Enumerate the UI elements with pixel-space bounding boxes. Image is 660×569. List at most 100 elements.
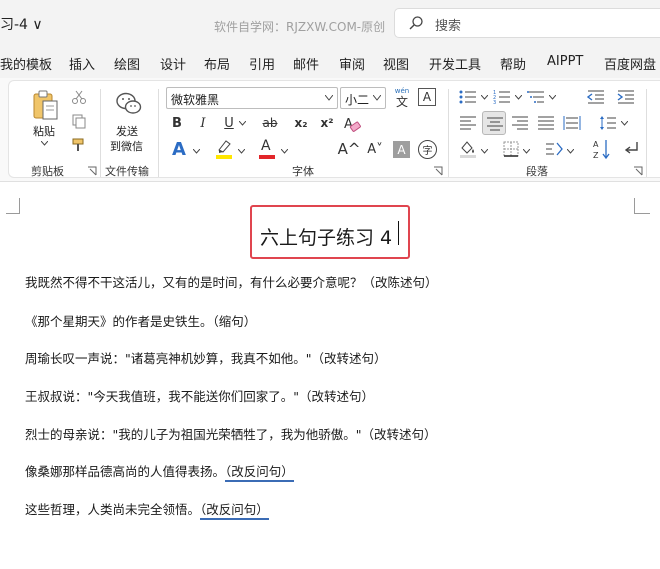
clear-formatting-icon[interactable]: A	[343, 115, 361, 133]
menu-bar: 我的模板 插入 绘图 设计 布局 引用 邮件 审阅 视图 开发工具 帮助 AIP…	[0, 48, 660, 78]
copy-icon[interactable]	[71, 113, 87, 129]
align-center-button[interactable]	[482, 111, 506, 135]
tab-layout[interactable]: 布局	[204, 54, 230, 73]
align-left-icon[interactable]	[459, 115, 477, 131]
font-size-value: 小二	[345, 93, 370, 107]
tab-draw[interactable]: 绘图	[114, 54, 140, 73]
paragraph-group-label: 段落	[526, 165, 548, 178]
group-separator	[448, 89, 449, 177]
tab-mailings[interactable]: 邮件	[293, 54, 319, 73]
highlighter-icon	[218, 140, 231, 153]
line-spacing-icon[interactable]	[599, 115, 617, 131]
phonetic-pinyin-text: wén	[394, 87, 410, 95]
align-center-icon	[487, 117, 503, 131]
character-border-icon: A	[422, 90, 432, 104]
subscript-button[interactable]: x₂	[291, 114, 311, 132]
multilevel-list-icon[interactable]	[527, 89, 545, 105]
font-size-select[interactable]: 小二	[340, 87, 386, 109]
bullets-dropdown-icon[interactable]	[481, 95, 488, 100]
underline-button[interactable]: U	[221, 114, 237, 132]
highlight-dropdown-icon[interactable]	[238, 149, 245, 154]
paragraph-line[interactable]: 《那个星期天》的作者是史铁生。（缩句）	[25, 311, 256, 330]
tab-aippt[interactable]: AIPPT	[547, 54, 583, 69]
multilevel-dropdown-icon[interactable]	[549, 95, 556, 100]
font-color-bar	[259, 155, 275, 159]
font-launcher-icon[interactable]	[433, 166, 443, 176]
document-title[interactable]: 习-4 ∨	[0, 14, 43, 34]
borders-dropdown-icon[interactable]	[523, 149, 530, 154]
shading-dropdown-icon[interactable]	[481, 149, 488, 154]
tab-my-templates[interactable]: 我的模板	[0, 54, 52, 73]
justify-icon[interactable]	[537, 115, 555, 131]
ribbon-panel: 粘贴 剪贴板 发送 到微信 文件传输 微软雅黑 小二 wén 文 A B I U…	[8, 80, 660, 178]
underline-dropdown-icon[interactable]	[239, 121, 246, 126]
line-spacing-dropdown-icon[interactable]	[621, 121, 628, 126]
italic-button[interactable]: I	[195, 114, 211, 132]
text-effects-dropdown-icon[interactable]	[193, 149, 200, 154]
chinese-layout-icon[interactable]	[545, 140, 563, 158]
numbering-dropdown-icon[interactable]	[515, 95, 522, 100]
group-separator	[100, 89, 101, 177]
increase-indent-icon[interactable]	[617, 89, 635, 105]
grammar-marked-text[interactable]: （改反问句）	[200, 502, 269, 520]
character-shading-button[interactable]: A	[393, 141, 410, 158]
svg-text:A: A	[593, 140, 599, 149]
character-border-button[interactable]: A	[418, 88, 436, 106]
clipboard-launcher-icon[interactable]	[87, 166, 97, 176]
sort-icon[interactable]: A Z	[593, 138, 611, 160]
tab-developer[interactable]: 开发工具	[429, 54, 481, 73]
bold-button[interactable]: B	[169, 114, 185, 132]
tab-view[interactable]: 视图	[383, 54, 409, 73]
numbering-icon[interactable]: 1 2 3	[493, 89, 511, 105]
font-color-icon: A	[261, 138, 271, 154]
send-to-wechat-button[interactable]: 发送	[116, 123, 138, 139]
paste-icon[interactable]	[31, 89, 61, 121]
paragraph-text: 这些哲理，人类尚未完全领悟。	[25, 502, 201, 517]
superscript-button[interactable]: x²	[317, 114, 337, 132]
tab-references[interactable]: 引用	[249, 54, 275, 73]
heading-highlight-box: 六上句子练习 4	[250, 205, 410, 259]
search-input[interactable]: 搜索	[394, 8, 660, 38]
search-placeholder: 搜索	[435, 19, 462, 34]
align-right-icon[interactable]	[511, 115, 529, 131]
paragraph-launcher-icon[interactable]	[633, 166, 643, 176]
shading-icon[interactable]	[459, 139, 477, 159]
cut-icon[interactable]	[71, 89, 87, 105]
tab-design[interactable]: 设计	[160, 54, 186, 73]
wechat-icon[interactable]	[115, 91, 143, 117]
paragraph-line[interactable]: 这些哲理，人类尚未完全领悟。（改反问句）	[25, 499, 269, 520]
grow-font-button[interactable]: A^	[338, 139, 361, 159]
font-name-select[interactable]: 微软雅黑	[166, 87, 338, 109]
text-effects-button[interactable]: A	[171, 139, 187, 160]
paragraph-line[interactable]: 烈士的母亲说："我的儿子为祖国光荣牺牲了，我为他骄傲。"（改转述句）	[25, 424, 437, 443]
font-color-dropdown-icon[interactable]	[281, 149, 288, 154]
shrink-font-button[interactable]: A˅	[365, 139, 385, 159]
highlight-button[interactable]	[214, 139, 234, 161]
group-separator	[158, 89, 159, 177]
paste-dropdown-icon[interactable]	[41, 141, 48, 146]
tab-baidu-netdisk[interactable]: 百度网盘	[604, 54, 656, 73]
decrease-indent-icon[interactable]	[587, 89, 605, 105]
paragraph-line[interactable]: 王叔叔说："今天我值班，我不能送你们回家了。"（改转述句）	[25, 386, 374, 405]
format-painter-icon[interactable]	[71, 137, 87, 153]
paragraph-line[interactable]: 像桑娜那样品德高尚的人值得表扬。（改反问句）	[25, 461, 294, 482]
paragraph-line[interactable]: 周瑜长叹一声说："诸葛亮神机妙算，我真不如他。"（改转述句）	[25, 348, 387, 367]
phonetic-guide-button[interactable]: wén 文	[392, 85, 412, 111]
font-color-button[interactable]: A	[257, 138, 277, 160]
tab-help[interactable]: 帮助	[500, 54, 526, 73]
enclose-characters-button[interactable]: 字	[418, 140, 437, 159]
font-group-label: 字体	[292, 165, 314, 178]
borders-icon[interactable]	[503, 141, 519, 157]
tab-review[interactable]: 审阅	[339, 54, 365, 73]
distributed-icon[interactable]	[563, 115, 581, 131]
tab-insert[interactable]: 插入	[69, 54, 95, 73]
chinese-layout-dropdown-icon[interactable]	[567, 149, 574, 154]
show-marks-icon[interactable]	[623, 140, 639, 158]
bullets-icon[interactable]	[459, 89, 477, 105]
grammar-marked-text[interactable]: （改反问句）	[225, 464, 294, 482]
document-heading[interactable]: 六上句子练习 4	[260, 223, 392, 250]
send-to-wechat-label: 到微信	[110, 140, 143, 153]
paragraph-line[interactable]: 我既然不得不干这活儿，又有的是时间，有什么必要介意呢？（改陈述句）	[25, 272, 438, 291]
paste-button[interactable]: 粘贴	[33, 123, 55, 139]
strikethrough-button[interactable]: ab	[259, 114, 281, 132]
